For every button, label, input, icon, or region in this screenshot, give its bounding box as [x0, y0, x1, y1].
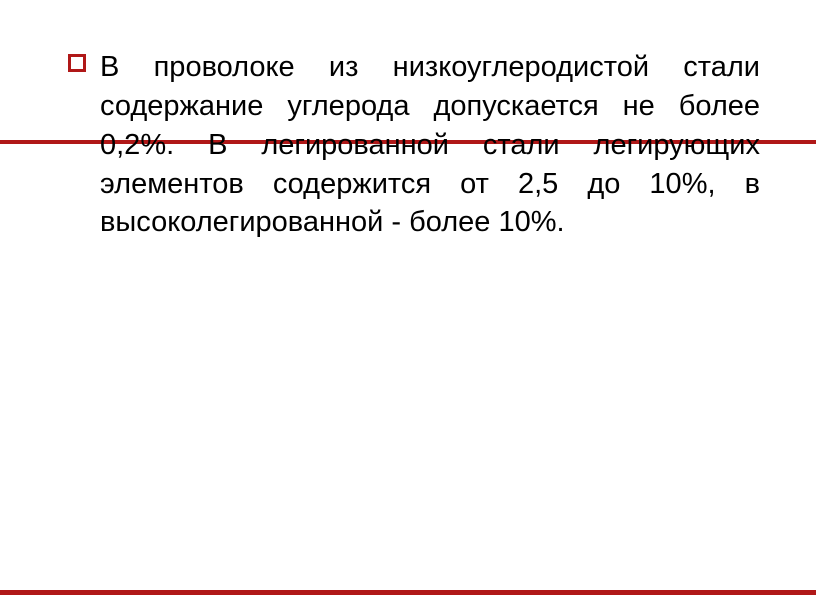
slide-text: В проволоке из низкоуглеродистой стали с…	[100, 48, 760, 242]
accent-line-bottom	[0, 590, 816, 595]
square-bullet-icon	[68, 54, 86, 72]
slide-content: В проволоке из низкоуглеродистой стали с…	[68, 48, 760, 242]
